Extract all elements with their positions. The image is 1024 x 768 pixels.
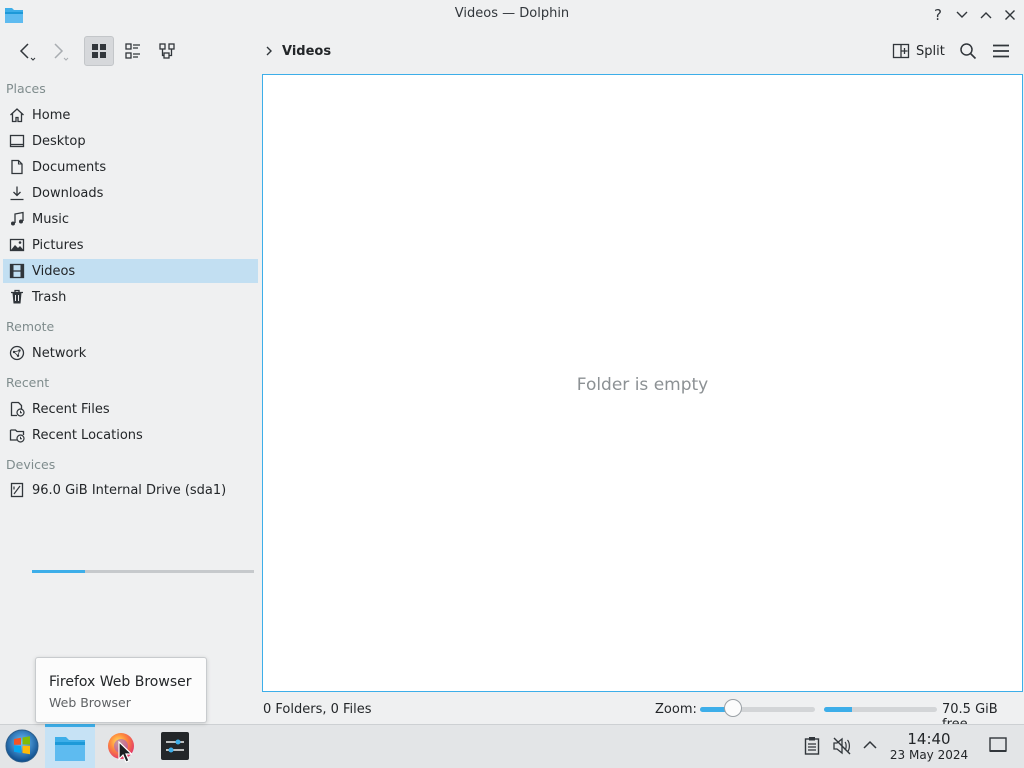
breadcrumb[interactable]: Videos	[264, 41, 331, 61]
sidebar-item-pictures[interactable]: Pictures	[3, 233, 258, 257]
sidebar-item-label: Desktop	[32, 133, 86, 149]
home-icon	[8, 106, 26, 124]
sidebar-item-label: Videos	[32, 263, 76, 279]
network-icon	[8, 344, 26, 362]
pictures-icon	[8, 236, 26, 254]
downloads-icon	[8, 184, 26, 202]
sidebar-item-internal-drive[interactable]: 96.0 GiB Internal Drive (sda1)	[3, 477, 258, 503]
sidebar-item-label: Downloads	[32, 185, 104, 201]
hamburger-menu-button[interactable]	[986, 36, 1016, 66]
split-label: Split	[916, 43, 945, 59]
sidebar-item-trash[interactable]: Trash	[3, 285, 258, 309]
documents-icon	[8, 158, 26, 176]
search-button[interactable]	[953, 36, 983, 66]
application-launcher-button[interactable]	[4, 728, 40, 764]
music-icon	[8, 210, 26, 228]
sidebar-item-network[interactable]: Network	[3, 341, 258, 365]
search-icon	[960, 43, 977, 60]
system-settings-icon	[161, 732, 189, 760]
details-view-button[interactable]	[118, 36, 148, 66]
recent-files-icon	[8, 400, 26, 418]
section-header-recent: Recent	[6, 375, 50, 390]
view-compact-icon	[159, 43, 175, 59]
drive-icon	[8, 481, 26, 499]
minimize-button[interactable]	[952, 5, 972, 25]
show-desktop-icon	[989, 737, 1007, 752]
hamburger-menu-icon	[993, 44, 1009, 58]
sidebar-item-home[interactable]: Home	[3, 103, 258, 127]
view-icons-icon	[92, 44, 106, 58]
sidebar-item-label: Recent Files	[32, 401, 110, 417]
section-header-remote: Remote	[6, 319, 55, 334]
close-icon	[1005, 10, 1015, 20]
mouse-cursor	[118, 741, 132, 763]
sidebar-item-music[interactable]: Music	[3, 207, 258, 231]
tray-volume[interactable]	[832, 736, 852, 756]
sidebar-item-label: Network	[32, 345, 87, 361]
sidebar-item-documents[interactable]: Documents	[3, 155, 258, 179]
status-summary: 0 Folders, 0 Files	[263, 702, 372, 717]
drive-usage-bar	[32, 570, 254, 573]
sidebar-item-recent-files[interactable]: Recent Files	[3, 397, 258, 421]
maximize-button[interactable]	[976, 5, 996, 25]
help-button[interactable]: ?	[928, 5, 948, 25]
zoom-slider-handle[interactable]	[724, 699, 742, 717]
sidebar-item-label: Pictures	[32, 237, 84, 253]
forward-button[interactable]	[43, 36, 73, 66]
places-panel: Places Home Desktop Documents Downloads …	[0, 74, 262, 720]
split-button[interactable]: Split	[888, 38, 949, 64]
sidebar-item-label: Documents	[32, 159, 107, 175]
sidebar-item-label: Home	[32, 107, 71, 123]
sidebar-item-videos[interactable]: Videos	[3, 259, 258, 283]
volume-muted-icon	[833, 737, 851, 755]
icons-view-button[interactable]	[84, 36, 114, 66]
clipboard-icon	[804, 737, 820, 755]
tooltip-title: Firefox Web Browser	[49, 674, 192, 690]
split-view-icon	[892, 43, 910, 59]
videos-icon	[8, 262, 26, 280]
drive-usage-fill	[32, 570, 86, 573]
view-details-icon	[125, 43, 140, 59]
desktop-icon	[8, 132, 26, 150]
recent-locations-icon	[8, 426, 26, 444]
zoom-label: Zoom:	[655, 702, 697, 717]
breadcrumb-current[interactable]: Videos	[282, 44, 331, 59]
taskbar-item-dolphin[interactable]	[45, 724, 95, 768]
sidebar-item-label: 96.0 GiB Internal Drive (sda1)	[32, 482, 227, 498]
sidebar-item-recent-locations[interactable]: Recent Locations	[3, 423, 258, 447]
trash-icon	[8, 288, 26, 306]
taskbar-item-settings[interactable]	[155, 728, 195, 764]
folder-icon	[55, 736, 85, 761]
free-space-bar	[824, 707, 937, 712]
section-header-places: Places	[6, 81, 46, 96]
tooltip-subtitle: Web Browser	[49, 695, 131, 710]
chevron-up-icon	[863, 740, 877, 749]
sidebar-item-label: Recent Locations	[32, 427, 143, 443]
window-title: Videos — Dolphin	[454, 6, 570, 21]
sidebar-item-label: Trash	[32, 289, 67, 305]
file-view[interactable]: Folder is empty	[262, 74, 1023, 692]
back-button[interactable]	[10, 36, 40, 66]
tray-expand-button[interactable]	[862, 738, 878, 752]
arrow-left-icon	[19, 43, 36, 61]
sidebar-item-desktop[interactable]: Desktop	[3, 129, 258, 153]
taskbar-tooltip: Firefox Web Browser Web Browser	[35, 657, 207, 723]
clock-date: 23 May 2024	[889, 748, 969, 762]
start-orb-icon	[5, 729, 39, 763]
section-header-devices: Devices	[6, 457, 56, 472]
empty-folder-message: Folder is empty	[576, 375, 709, 395]
chevron-up-icon	[980, 12, 992, 19]
chevron-down-icon	[956, 11, 968, 18]
digital-clock[interactable]: 14:40 23 May 2024	[886, 731, 972, 763]
chevron-right-icon	[266, 46, 272, 56]
show-desktop-button[interactable]	[989, 737, 1007, 753]
close-button[interactable]	[1000, 5, 1020, 25]
arrow-right-icon	[54, 43, 69, 61]
clock-time: 14:40	[907, 730, 951, 748]
free-space-fill	[824, 707, 853, 712]
sidebar-item-downloads[interactable]: Downloads	[3, 181, 258, 205]
tray-clipboard[interactable]	[803, 736, 821, 756]
compact-view-button[interactable]	[152, 36, 182, 66]
sidebar-item-label: Music	[32, 211, 69, 227]
